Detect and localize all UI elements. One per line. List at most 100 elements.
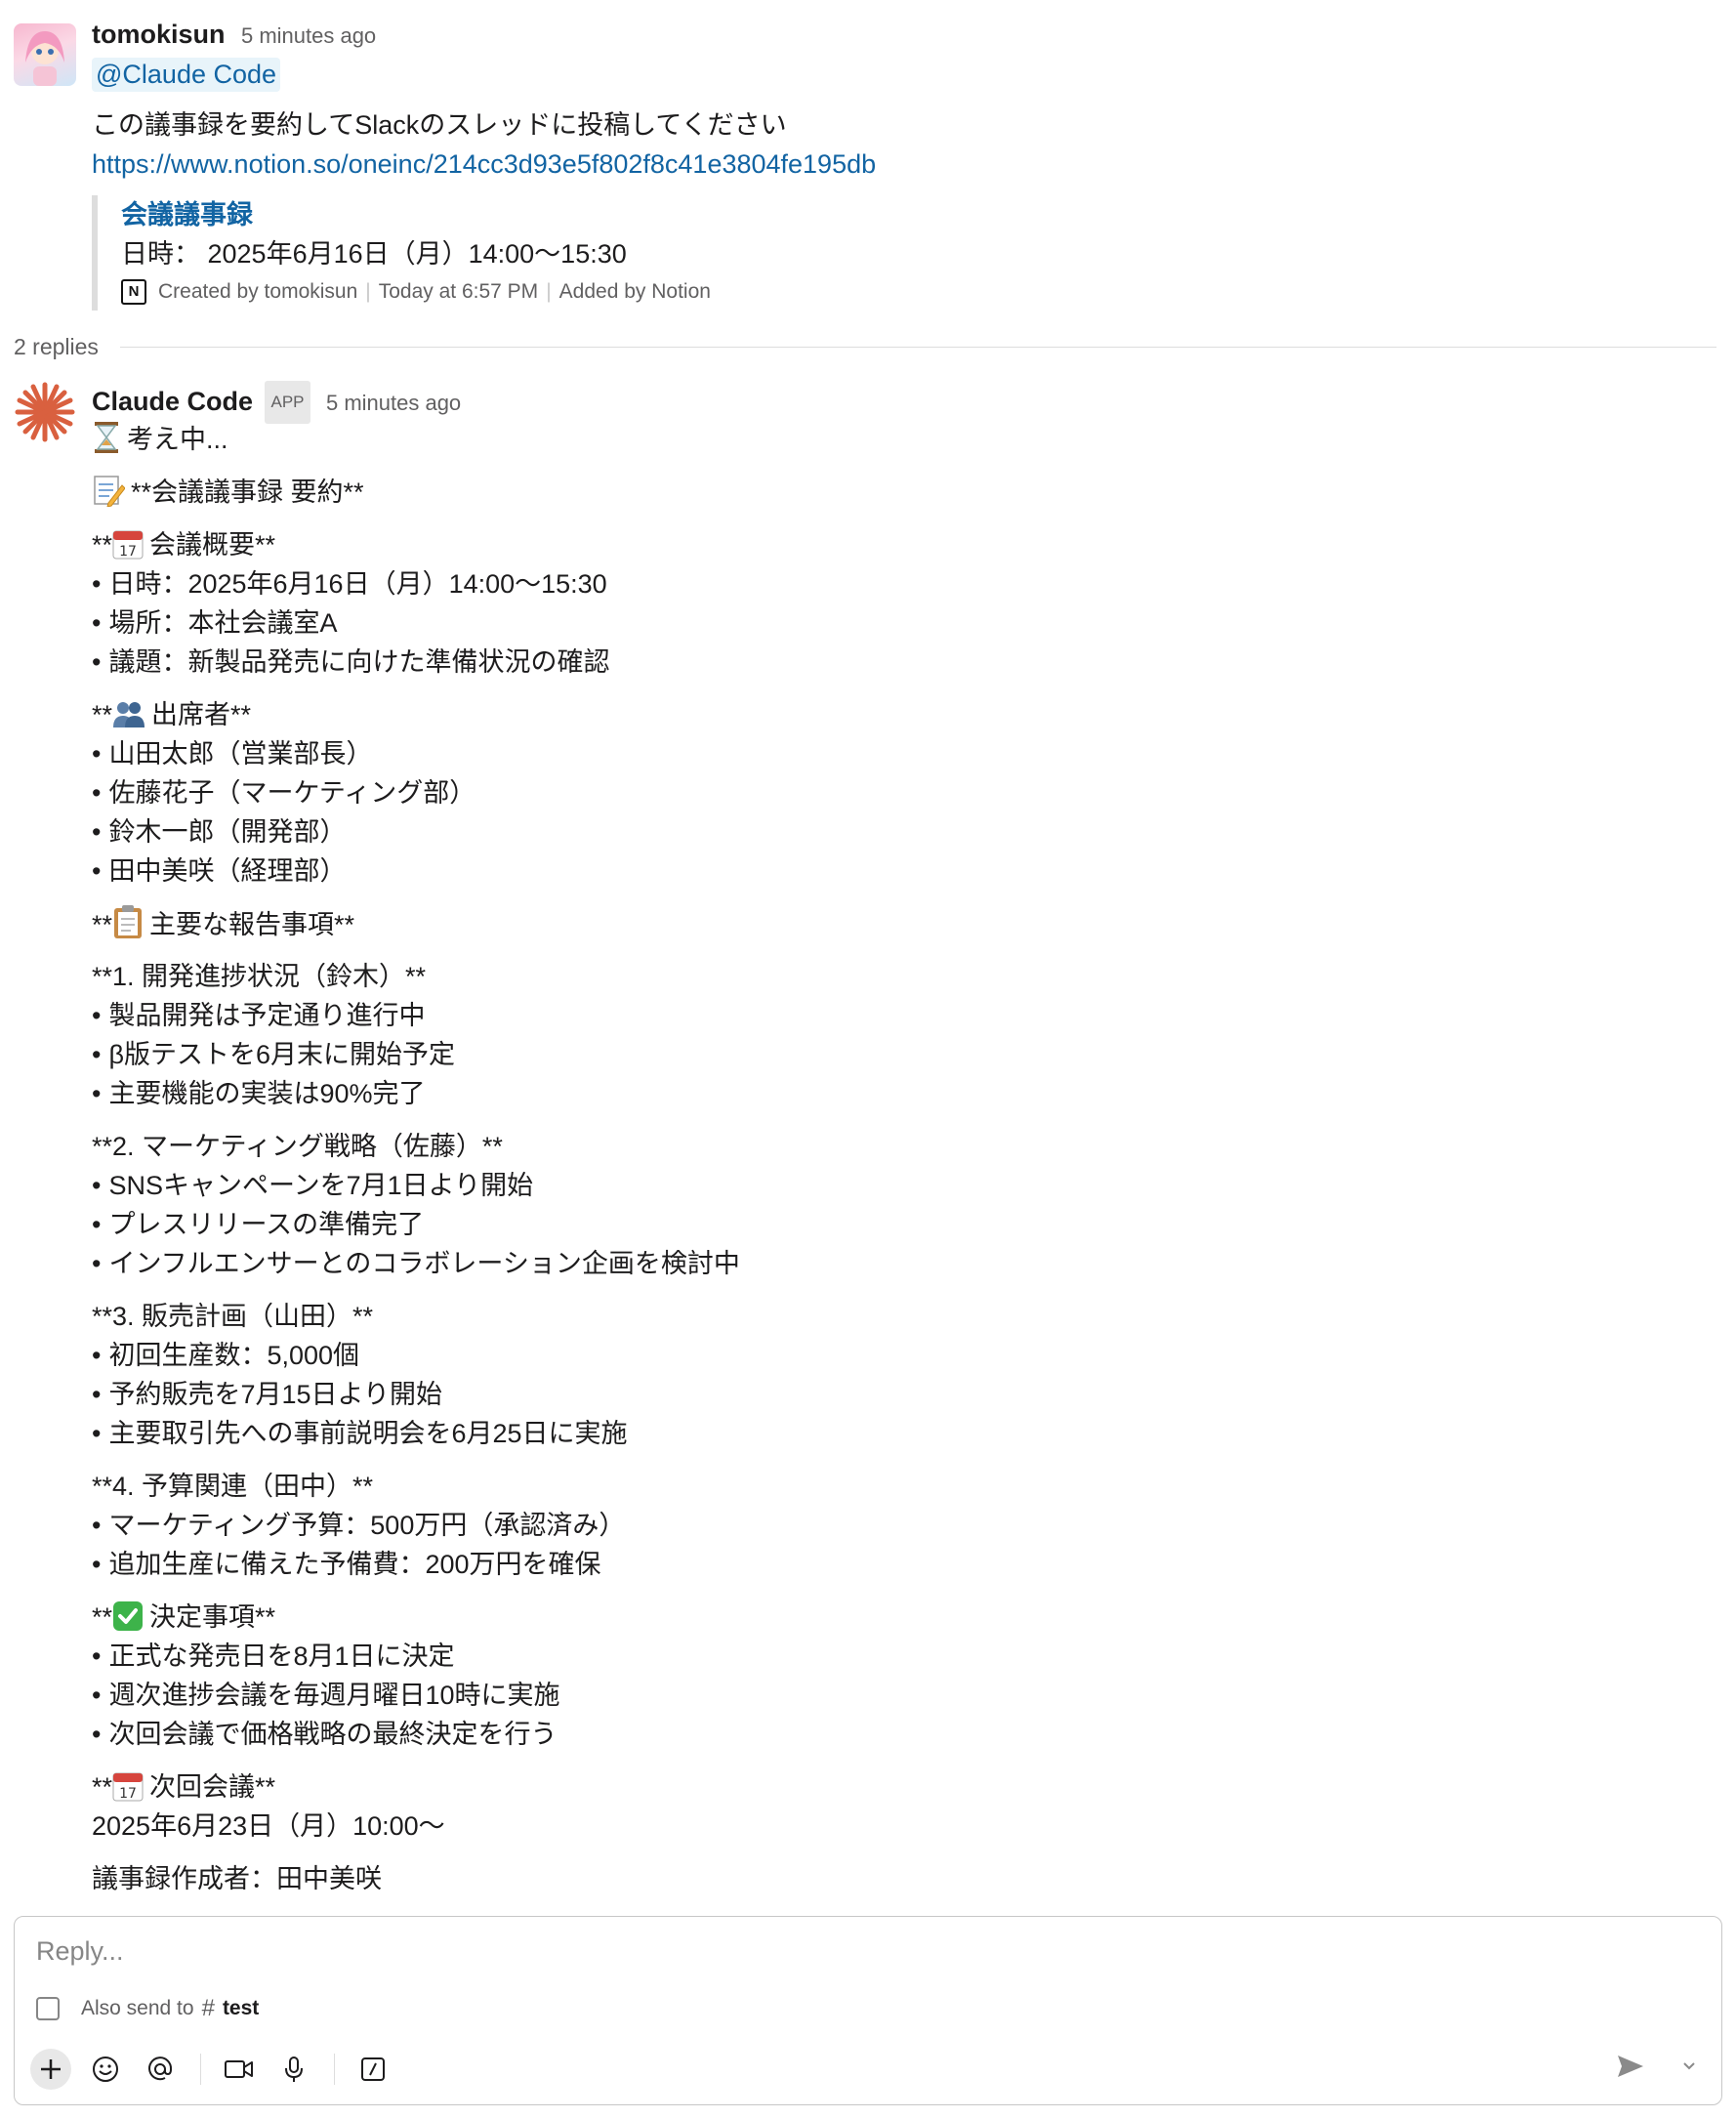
- section-item: 主要取引先への事前説明会を6月25日に実施: [92, 1414, 1716, 1453]
- bold-marker: **: [92, 530, 113, 560]
- preview-when: Today at 6:57 PM: [378, 280, 539, 303]
- claude-asterisk-icon: [15, 382, 75, 442]
- bot-name[interactable]: Claude Code: [92, 387, 253, 416]
- section-item: 製品開発は予定通り進行中: [92, 996, 1716, 1035]
- send-icon: [1618, 2056, 1643, 2077]
- overview-item: 議題：新製品発売に向けた準備状況の確認: [92, 643, 1716, 682]
- reply-input[interactable]: Reply...: [36, 1936, 124, 1967]
- section-item: マーケティング予算：500万円（承認済み）: [92, 1506, 1716, 1545]
- notion-link[interactable]: https://www.notion.so/oneinc/214cc3d93e5…: [92, 145, 1716, 184]
- attendee-item: 鈴木一郎（開発部）: [92, 812, 1716, 852]
- app-badge: APP: [265, 381, 310, 424]
- also-send-label: Also send to: [81, 1997, 194, 2019]
- send-options-button[interactable]: [1676, 2050, 1702, 2088]
- attendees-heading-text: 出席者**: [151, 700, 252, 729]
- decision-item: 週次進捗会議を毎週月曜日10時に実施: [92, 1676, 1716, 1715]
- section-item: 予約販売を7月15日より開始: [92, 1375, 1716, 1414]
- calendar-day: 17: [119, 1786, 137, 1802]
- memo-icon: [92, 474, 126, 518]
- next-meeting-heading-text: 次回会議**: [149, 1772, 276, 1802]
- toolbar-divider: [200, 2054, 201, 2085]
- reply-composer: Reply... Also send to # test: [14, 1916, 1722, 2105]
- decision-item: 次回会議で価格戦略の最終決定を行う: [92, 1715, 1716, 1754]
- mention-chip[interactable]: @Claude Code: [92, 58, 281, 92]
- attendees-heading: ** 出席者**: [92, 695, 1716, 734]
- timestamp[interactable]: 5 minutes ago: [326, 391, 461, 415]
- video-icon: [225, 2060, 253, 2078]
- next-meeting-date: 2025年6月23日（月）10:00〜: [92, 1811, 445, 1841]
- overview-item: 場所：本社会議室A: [92, 603, 1716, 643]
- preview-created: Created by tomokisun: [158, 280, 358, 303]
- video-button[interactable]: [219, 2049, 260, 2090]
- section-item: プレスリリースの準備完了: [92, 1205, 1716, 1244]
- divider-line: [119, 347, 1716, 348]
- attendee-item: 佐藤花子（マーケティング部）: [92, 773, 1716, 812]
- preview-added: Added by Notion: [558, 280, 711, 303]
- replies-divider: 2 replies: [14, 334, 1716, 360]
- attendee-item: 田中美咲（経理部）: [92, 852, 1716, 891]
- user-avatar[interactable]: [14, 23, 76, 86]
- link-preview: 会議議事録 日時： 2025年6月16日（月）14:00〜15:30 N Cre…: [92, 195, 1716, 311]
- bot-avatar[interactable]: [14, 381, 76, 443]
- microphone-icon: [285, 2057, 303, 2082]
- next-meeting-heading: ** 17 次回会議**: [92, 1767, 1716, 1807]
- bold-marker: **: [92, 1772, 113, 1802]
- section-title: **1. 開発進捗状況（鈴木）**: [92, 962, 427, 991]
- thinking-text: 考え中...: [127, 425, 228, 454]
- bold-marker: **: [92, 1602, 113, 1632]
- mention-button[interactable]: [140, 2049, 181, 2090]
- preview-description: 日時： 2025年6月16日（月）14:00〜15:30: [121, 239, 627, 269]
- slash-command-icon: [361, 2057, 385, 2081]
- at-icon: [148, 2057, 173, 2081]
- calendar-day: 17: [119, 544, 137, 560]
- channel-name: test: [222, 1997, 260, 2019]
- bold-marker: **: [92, 700, 113, 729]
- chevron-down-icon: [1683, 2062, 1695, 2070]
- emoji-icon: [93, 2057, 118, 2082]
- reports-heading-text: 主要な報告事項**: [149, 910, 355, 939]
- also-send-option: Also send to # test: [36, 1995, 259, 2022]
- notion-icon: N: [121, 279, 146, 305]
- overview-item: 日時：2025年6月16日（月）14:00〜15:30: [92, 564, 1716, 603]
- send-button[interactable]: [1614, 2050, 1647, 2088]
- preview-title[interactable]: 会議議事録: [121, 195, 1716, 234]
- emoji-button[interactable]: [85, 2049, 126, 2090]
- also-send-checkbox[interactable]: [36, 1997, 60, 2020]
- section-item: β版テストを6月末に開始予定: [92, 1035, 1716, 1074]
- section-title: **3. 販売計画（山田）**: [92, 1302, 374, 1331]
- toolbar-divider: [334, 2054, 335, 2085]
- section-item: 主要機能の実装は90%完了: [92, 1074, 1716, 1113]
- shortcuts-button[interactable]: [352, 2049, 393, 2090]
- attendee-item: 山田太郎（営業部長）: [92, 734, 1716, 773]
- author-name[interactable]: tomokisun: [92, 20, 226, 49]
- bold-marker: **: [92, 910, 113, 939]
- separator: |: [365, 280, 371, 303]
- minutes-author: 議事録作成者：田中美咲: [92, 1864, 382, 1893]
- thinking-line: 考え中...: [92, 420, 1716, 459]
- plus-icon: [41, 2059, 61, 2079]
- hash-icon: #: [201, 1995, 215, 2021]
- summary-title: **会議議事録 要約**: [92, 473, 1716, 512]
- decision-item: 正式な発売日を8月1日に決定: [92, 1637, 1716, 1676]
- decisions-heading-text: 決定事項**: [149, 1602, 276, 1632]
- clipboard-icon: [112, 904, 144, 950]
- composer-toolbar: [30, 2048, 1706, 2091]
- reply-body: Claude Code APP 5 minutes ago 考え中... **会…: [92, 381, 1716, 1898]
- section-item: SNSキャンペーンを7月1日より開始: [92, 1166, 1716, 1205]
- timestamp[interactable]: 5 minutes ago: [241, 23, 376, 48]
- audio-button[interactable]: [273, 2049, 314, 2090]
- plus-button[interactable]: [30, 2049, 71, 2090]
- separator: |: [546, 280, 552, 303]
- reports-heading: ** 主要な報告事項**: [92, 904, 1716, 943]
- section-item: 初回生産数：5,000個: [92, 1336, 1716, 1375]
- overview-heading-text: 会議概要**: [149, 530, 276, 560]
- preview-meta: N Created by tomokisun | Today at 6:57 P…: [121, 273, 1716, 311]
- message-text: この議事録を要約してSlackのスレッドに投稿してください: [92, 110, 787, 140]
- decisions-heading: ** 決定事項**: [92, 1598, 1716, 1637]
- summary-title-text: **会議議事録 要約**: [131, 478, 364, 507]
- avatar-illustration: [25, 31, 64, 86]
- section-title: **2. マーケティング戦略（佐藤）**: [92, 1132, 503, 1161]
- section-item: インフルエンサーとのコラボレーション企画を検討中: [92, 1244, 1716, 1283]
- overview-heading: ** 17 会議概要**: [92, 525, 1716, 564]
- section-item: 追加生産に備えた予備費：200万円を確保: [92, 1545, 1716, 1584]
